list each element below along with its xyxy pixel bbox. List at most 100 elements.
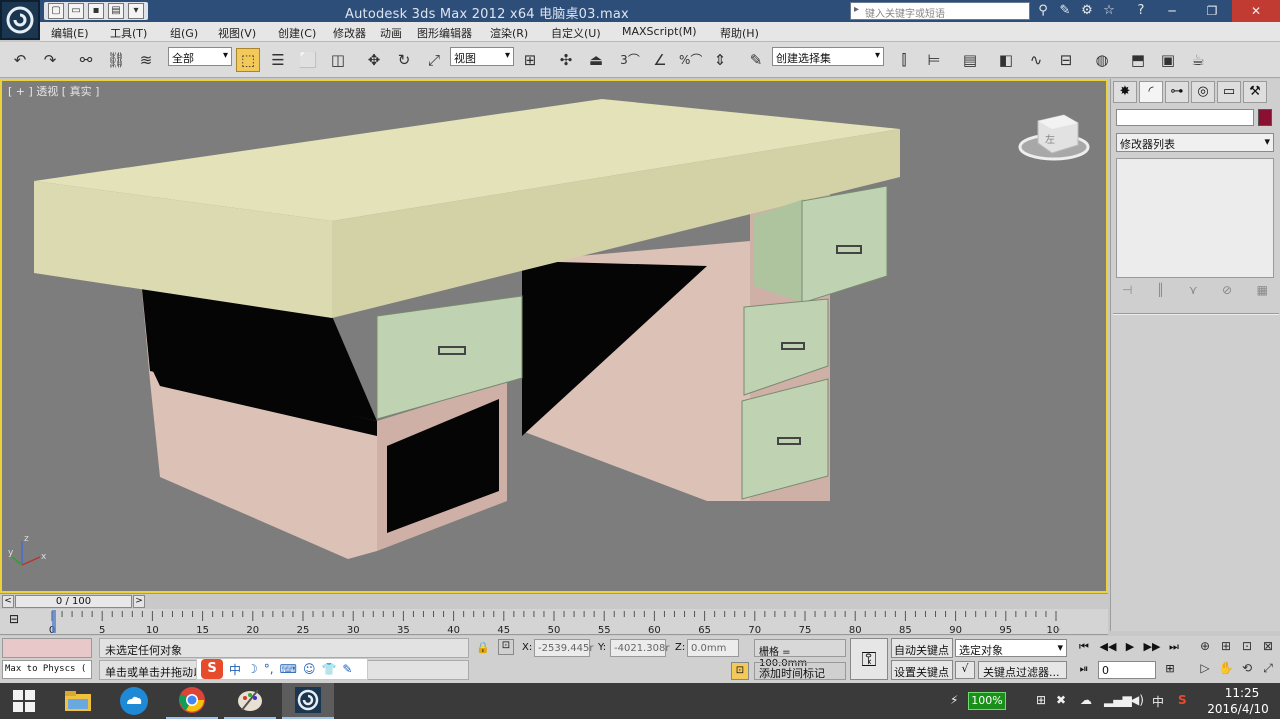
pan-view-icon[interactable]: ✋	[1216, 661, 1236, 679]
show-end-result-icon[interactable]: ║	[1157, 283, 1164, 305]
current-frame-field[interactable]: 0	[1098, 661, 1156, 679]
zoom-extents-icon[interactable]: ⊡	[1237, 639, 1257, 657]
object-name-field[interactable]	[1116, 109, 1254, 126]
menu-tools[interactable]: 工具(T)	[110, 25, 147, 41]
volume-icon[interactable]: ◀)	[1130, 693, 1144, 707]
field-of-view-icon[interactable]: ▷	[1195, 661, 1215, 679]
file-explorer-icon[interactable]	[52, 683, 104, 719]
help-icon[interactable]: ?	[1132, 2, 1150, 20]
battery-indicator[interactable]: 100%	[968, 692, 1006, 710]
skin-icon[interactable]: 👕	[321, 662, 336, 676]
application-menu-button[interactable]	[0, 0, 40, 40]
mini-curve-editor-icon[interactable]: ⊟	[9, 612, 29, 628]
menu-maxscript[interactable]: MAXScript(M)	[622, 25, 697, 38]
y-coordinate-field[interactable]: -4021.308r	[610, 639, 669, 657]
time-configuration-icon[interactable]: ⊞	[1160, 662, 1180, 678]
selection-lock-icon[interactable]: 🔒	[476, 641, 490, 654]
pivot-center-icon[interactable]: ⊞	[518, 48, 542, 72]
align-icon[interactable]: ⊨	[922, 48, 946, 72]
play-icon[interactable]: ▶	[1120, 640, 1140, 656]
remove-modifier-icon[interactable]: ⊘	[1222, 283, 1232, 305]
create-tab-icon[interactable]: ✸	[1113, 81, 1137, 103]
current-frame-marker[interactable]	[52, 610, 56, 633]
start-button[interactable]	[0, 683, 48, 719]
add-time-tag-button[interactable]: 添加时间标记	[754, 662, 846, 680]
display-tab-icon[interactable]: ▭	[1217, 81, 1241, 103]
binoculars-icon[interactable]: ⚲	[1034, 2, 1052, 20]
go-to-start-icon[interactable]: ⏮	[1074, 640, 1094, 656]
time-tag-icon[interactable]: ⊡	[731, 662, 749, 680]
menu-graph-editors[interactable]: 图形编辑器	[417, 25, 472, 41]
sogou-logo-icon[interactable]: S	[201, 659, 223, 679]
previous-frame-icon[interactable]: ◀◀	[1098, 640, 1118, 656]
percent-snap-icon[interactable]: %⌒	[678, 48, 702, 72]
minimize-button[interactable]: ─	[1152, 0, 1192, 22]
x-coordinate-field[interactable]: -2539.445r	[534, 639, 593, 657]
maxscript-listener-mini[interactable]	[2, 638, 92, 658]
render-production-icon[interactable]: ☕	[1186, 48, 1210, 72]
motion-tab-icon[interactable]: ◎	[1191, 81, 1215, 103]
select-object-icon[interactable]: ⬚	[236, 48, 260, 72]
maxscript-command-field[interactable]: Max to Physcs (	[2, 660, 92, 679]
notification-windows-icon[interactable]: ⊞	[1036, 693, 1046, 707]
wifi-icon[interactable]: ▂▄▆	[1104, 693, 1132, 707]
help-search-input[interactable]: 键入关键字或短语	[850, 2, 1030, 20]
orbit-icon[interactable]: ⟲	[1237, 661, 1257, 679]
menu-customize[interactable]: 自定义(U)	[551, 25, 601, 41]
next-frame-icon[interactable]: ▶▶	[1142, 640, 1162, 656]
project-folder-icon[interactable]: ▤	[108, 3, 124, 19]
schematic-view-icon[interactable]: ⊟	[1054, 48, 1078, 72]
chrome-browser-icon[interactable]	[166, 683, 218, 719]
clock-date[interactable]: 2016/4/10	[1203, 702, 1273, 716]
modify-tab-icon[interactable]: ◜	[1139, 81, 1163, 103]
menu-views[interactable]: 视图(V)	[218, 25, 256, 41]
auto-key-button[interactable]: 自动关键点	[891, 638, 953, 658]
manipulate-icon[interactable]: ✣	[554, 48, 578, 72]
window-crossing-icon[interactable]: ◫	[326, 48, 350, 72]
configure-modifier-sets-icon[interactable]: ▦	[1257, 283, 1268, 305]
hierarchy-tab-icon[interactable]: ⊶	[1165, 81, 1189, 103]
reference-coordinate-dropdown[interactable]: 视图	[450, 47, 514, 66]
3dsmax-taskbar-icon[interactable]	[282, 683, 334, 719]
go-to-end-icon[interactable]: ⏭	[1164, 640, 1184, 656]
zoom-icon[interactable]: ⊕	[1195, 639, 1215, 657]
pin-stack-icon[interactable]: ⊣	[1122, 283, 1132, 305]
utilities-tab-icon[interactable]: ⚒	[1243, 81, 1267, 103]
punctuation-icon[interactable]: °,	[264, 662, 274, 676]
track-bar[interactable]: ⊟ 05101520253035404550556065707580859095…	[0, 609, 1108, 635]
keyboard-icon[interactable]: ⌨	[280, 662, 297, 676]
battery-plug-icon[interactable]: ⚡	[950, 693, 958, 707]
viewport-label[interactable]: [ + ] 透视 [ 真实 ]	[8, 83, 99, 99]
modifier-list-dropdown[interactable]: 修改器列表	[1116, 133, 1274, 152]
restore-button[interactable]: ❐	[1192, 0, 1232, 22]
cloud-app-icon[interactable]	[108, 683, 160, 719]
material-editor-icon[interactable]: ◍	[1090, 48, 1114, 72]
time-slider-next-icon[interactable]: >	[133, 595, 145, 608]
input-language-indicator[interactable]: 中	[1152, 693, 1164, 710]
edit-named-selection-icon[interactable]: ✎	[744, 48, 768, 72]
cloud-tray-icon[interactable]: ☁	[1080, 693, 1092, 707]
keyboard-shortcut-override-icon[interactable]: ⏏	[584, 48, 608, 72]
quick-access-dropdown-icon[interactable]: ▾	[128, 3, 144, 19]
menu-edit[interactable]: 编辑(E)	[51, 25, 89, 41]
viewcube-icon[interactable]: 左	[1018, 114, 1090, 161]
time-slider-prev-icon[interactable]: <	[2, 595, 14, 608]
key-filters-button[interactable]: 关键点过滤器...	[978, 661, 1067, 679]
undo-icon[interactable]: ↶	[8, 48, 32, 72]
z-coordinate-field[interactable]: 0.0mm	[687, 639, 739, 657]
new-file-icon[interactable]: ▢	[48, 3, 64, 19]
render-setup-icon[interactable]: ⬒	[1126, 48, 1150, 72]
select-by-name-icon[interactable]: ☰	[266, 48, 290, 72]
angle-snap-icon[interactable]: ∠	[648, 48, 672, 72]
paint-app-icon[interactable]	[224, 683, 276, 719]
close-button[interactable]: ✕	[1232, 0, 1280, 22]
save-icon[interactable]: ▪	[88, 3, 104, 19]
layer-manager-icon[interactable]: ▤	[958, 48, 982, 72]
unlink-selection-icon[interactable]: ⛓	[104, 48, 128, 72]
menu-animation[interactable]: 动画	[380, 25, 402, 41]
tools-icon[interactable]: ✎	[342, 662, 352, 676]
make-unique-icon[interactable]: ⋎	[1189, 283, 1198, 305]
subscription-icon[interactable]: ✎	[1056, 2, 1074, 20]
zoom-all-icon[interactable]: ⊞	[1216, 639, 1236, 657]
set-key-button[interactable]: 设置关键点	[891, 660, 953, 680]
